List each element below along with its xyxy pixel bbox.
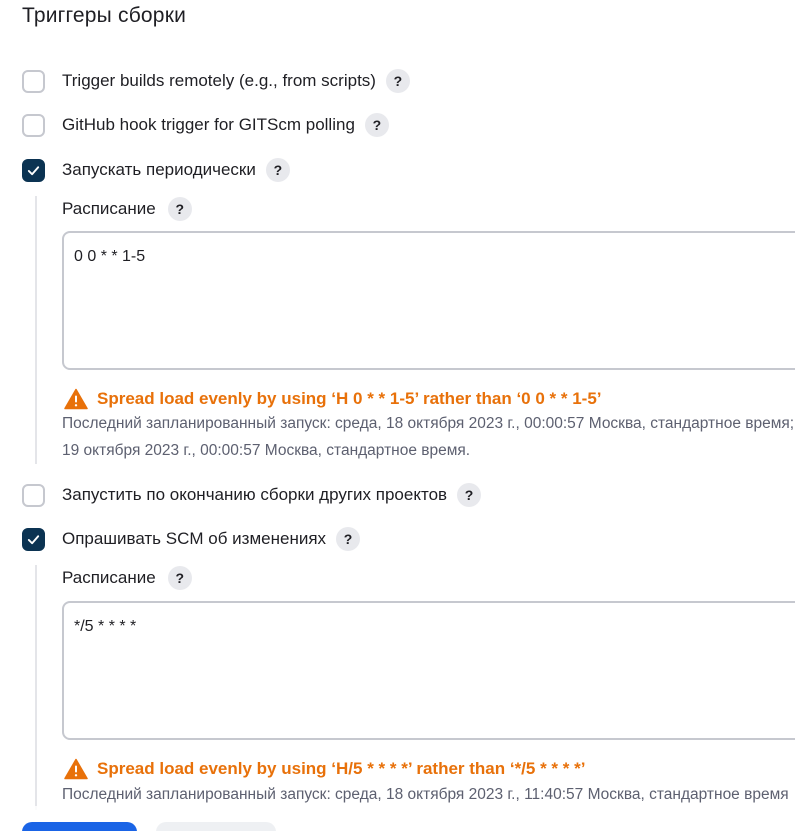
help-icon[interactable]: ? [385,69,410,93]
apply-button[interactable] [156,822,276,831]
periodic-schedule-label-row: Расписание ? [62,196,192,222]
periodic-schedule-textarea[interactable]: 0 0 * * 1-5 [62,231,795,370]
periodic-next-run-info: 19 октября 2023 г., 00:00:57 Москва, ста… [62,442,471,459]
periodic-warning: Spread load evenly by using ‘H 0 * * 1-5… [64,387,602,411]
option-poll-scm[interactable]: Опрашивать SCM об изменениях ? [22,525,361,553]
option-trigger-remotely[interactable]: Trigger builds remotely (e.g., from scri… [22,67,410,95]
poll-warning-text: Spread load evenly by using ‘H/5 * * * *… [97,759,586,778]
build-after-other-label[interactable]: Запустить по окончанию сборки других про… [62,485,447,505]
periodic-schedule-value: 0 0 * * 1-5 [74,248,146,265]
poll-schedule-textarea[interactable]: */5 * * * * [62,601,795,740]
poll-scm-checkbox[interactable] [22,527,45,551]
help-icon[interactable]: ? [336,527,361,551]
schedule-label: Расписание [62,568,156,587]
option-github-hook[interactable]: GitHub hook trigger for GITScm polling ? [22,111,389,139]
periodic-warning-text: Spread load evenly by using ‘H 0 * * 1-5… [97,389,602,408]
poll-schedule-label-row: Расписание ? [62,565,192,591]
option-build-periodically[interactable]: Запускать периодически ? [22,156,290,184]
build-after-other-checkbox[interactable] [22,483,45,507]
check-icon [27,534,40,544]
nested-section-line [35,196,37,464]
option-build-after-other[interactable]: Запустить по окончанию сборки других про… [22,481,482,509]
poll-schedule-value: */5 * * * * [74,618,137,635]
schedule-label: Расписание [62,199,156,218]
help-icon[interactable]: ? [457,483,482,507]
github-hook-checkbox[interactable] [22,113,45,137]
help-icon[interactable]: ? [167,197,192,221]
trigger-remotely-checkbox[interactable] [22,69,45,93]
periodic-last-run-info: Последний запланированный запуск: среда,… [62,415,795,432]
check-icon [27,165,40,175]
warning-triangle-icon [64,388,88,410]
poll-warning: Spread load evenly by using ‘H/5 * * * *… [64,757,585,781]
help-icon[interactable]: ? [265,158,290,182]
github-hook-label[interactable]: GitHub hook trigger for GITScm polling [62,115,355,135]
poll-last-run-info: Последний запланированный запуск: среда,… [62,786,789,803]
build-periodically-checkbox[interactable] [22,158,45,182]
warning-triangle-icon [64,758,88,780]
help-icon[interactable]: ? [167,566,192,590]
section-title: Триггеры сборки [22,4,187,27]
help-icon[interactable]: ? [364,113,389,137]
build-triggers-page: Триггеры сборки Trigger builds remotely … [0,0,795,831]
trigger-remotely-label[interactable]: Trigger builds remotely (e.g., from scri… [62,71,376,91]
build-periodically-label[interactable]: Запускать периодически [62,160,256,180]
nested-section-line [35,565,37,810]
save-button[interactable] [22,822,137,831]
poll-scm-label[interactable]: Опрашивать SCM об изменениях [62,529,326,549]
